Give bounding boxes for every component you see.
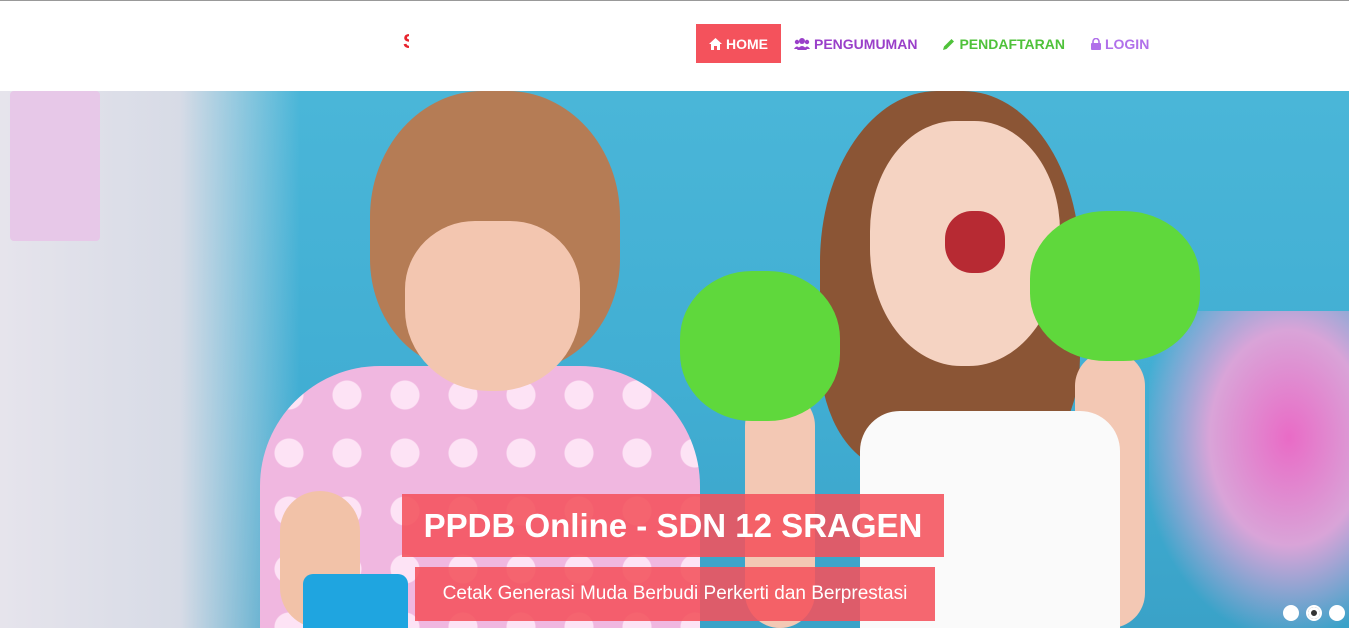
- background-pink-toy: [1149, 311, 1349, 628]
- hero-subtitle: Cetak Generasi Muda Berbudi Perkerti dan…: [415, 567, 935, 621]
- slide-dot-1[interactable]: [1283, 605, 1299, 621]
- girl-right-mouth: [945, 211, 1005, 273]
- nav-home-label: HOME: [726, 35, 768, 52]
- main-nav: HOME PENGUMUMAN PENDAFTARAN LOGIN: [696, 24, 1162, 63]
- nav-home[interactable]: HOME: [696, 24, 781, 63]
- girl-left-face: [405, 221, 580, 391]
- nav-pendaftaran-label: PENDAFTARAN: [959, 35, 1065, 52]
- nav-login[interactable]: LOGIN: [1078, 24, 1162, 63]
- users-icon: [794, 37, 810, 50]
- lock-icon: [1090, 37, 1101, 50]
- slide-dot-2[interactable]: [1306, 605, 1322, 621]
- hero-slider[interactable]: PPDB Online - SDN 12 SRAGEN Cetak Genera…: [0, 91, 1349, 628]
- nav-login-label: LOGIN: [1104, 35, 1150, 52]
- nav-pengumuman[interactable]: PENGUMUMAN: [781, 24, 930, 63]
- pencil-icon: [943, 38, 955, 50]
- nav-pengumuman-label: PENGUMUMAN: [814, 35, 918, 52]
- site-logo[interactable]: S: [403, 32, 409, 52]
- paint-jar: [303, 574, 408, 628]
- hero-title: PPDB Online - SDN 12 SRAGEN: [402, 494, 944, 557]
- slider-indicators: [1283, 605, 1345, 621]
- green-painted-hand-left: [680, 271, 840, 421]
- toy-house: [10, 91, 100, 241]
- green-painted-hand-right: [1030, 211, 1200, 361]
- slide-dot-3[interactable]: [1329, 605, 1345, 621]
- navbar: S HOME PENGUMUMAN PENDAFTARAN LOGIN: [0, 1, 1349, 91]
- home-icon: [709, 37, 722, 50]
- nav-pendaftaran[interactable]: PENDAFTARAN: [930, 24, 1078, 63]
